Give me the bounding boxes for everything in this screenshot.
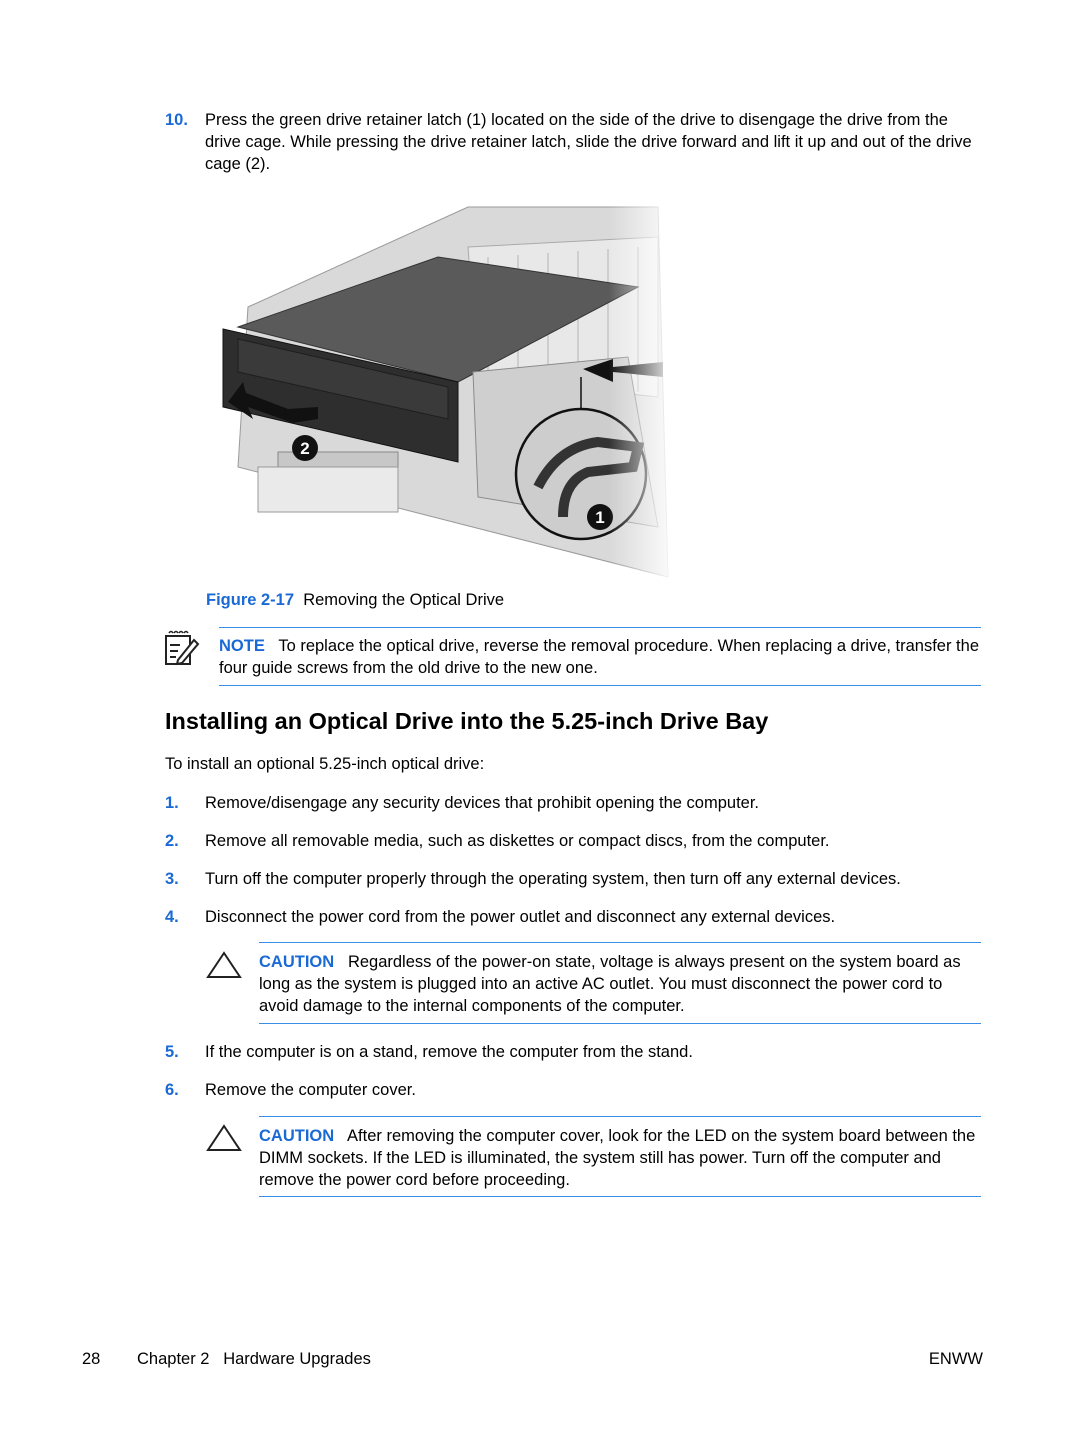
note-text: To replace the optical drive, reverse th… (219, 637, 979, 677)
figure-caption: Figure 2-17 Removing the Optical Drive (206, 589, 504, 611)
note-block: NOTE To replace the optical drive, rever… (219, 635, 979, 679)
step-number: 5. (165, 1043, 179, 1061)
caution-label: CAUTION (259, 953, 335, 971)
step-text: Press the green drive retainer latch (1)… (205, 111, 972, 173)
note-label: NOTE (219, 637, 265, 655)
caution-1-top-rule (259, 942, 981, 943)
step-number: 10. (165, 111, 188, 129)
step-5: 5. If the computer is on a stand, remove… (165, 1041, 985, 1063)
figure-label: Figure 2-17 (206, 591, 295, 609)
step-6: 6. Remove the computer cover. (165, 1079, 985, 1101)
step-text: Turn off the computer properly through t… (205, 870, 901, 888)
caution-label: CAUTION (259, 1127, 335, 1145)
note-bottom-rule (219, 685, 981, 686)
caution-text: Regardless of the power-on state, voltag… (259, 953, 961, 1015)
caution-triangle-icon (206, 951, 242, 979)
step-text: Disconnect the power cord from the power… (205, 908, 836, 926)
footer-right-label: ENWW (928, 1350, 983, 1368)
note-top-rule (219, 627, 981, 628)
step-number: 6. (165, 1081, 179, 1099)
step-text: Remove/disengage any security devices th… (205, 794, 759, 812)
step-1: 1. Remove/disengage any security devices… (165, 792, 985, 814)
caution-text: After removing the computer cover, look … (259, 1127, 976, 1189)
step-number: 4. (165, 908, 179, 926)
caution-1-bottom-rule (259, 1023, 981, 1024)
section-heading: Installing an Optical Drive into the 5.2… (165, 708, 769, 734)
step-text: Remove the computer cover. (205, 1081, 416, 1099)
caution-2-bottom-rule (259, 1196, 981, 1197)
optical-drive-removal-illustration: 2 1 (218, 197, 678, 585)
footer-chapter: Chapter 2 Hardware Upgrades (137, 1350, 371, 1368)
step-number: 1. (165, 794, 179, 812)
caution-2-block: CAUTION After removing the computer cove… (259, 1125, 981, 1191)
figure-caption-text: Removing the Optical Drive (303, 591, 505, 609)
step-text: If the computer is on a stand, remove th… (205, 1043, 693, 1061)
step-4: 4. Disconnect the power cord from the po… (165, 906, 985, 928)
step-number: 2. (165, 832, 179, 850)
figure-illustration: 2 1 (218, 197, 678, 585)
step-number: 3. (165, 870, 179, 888)
section-intro: To install an optional 5.25-inch optical… (165, 755, 485, 773)
note-pencil-icon (164, 630, 200, 668)
caution-2-top-rule (259, 1116, 981, 1117)
footer-page-number: 28 (82, 1350, 101, 1368)
step-text: Remove all removable media, such as disk… (205, 832, 830, 850)
step-3: 3. Turn off the computer properly throug… (165, 868, 985, 890)
caution-triangle-icon (206, 1124, 242, 1152)
caution-1-block: CAUTION Regardless of the power-on state… (259, 951, 981, 1017)
step-2: 2. Remove all removable media, such as d… (165, 830, 985, 852)
step-10: 10. Press the green drive retainer latch… (165, 109, 985, 175)
